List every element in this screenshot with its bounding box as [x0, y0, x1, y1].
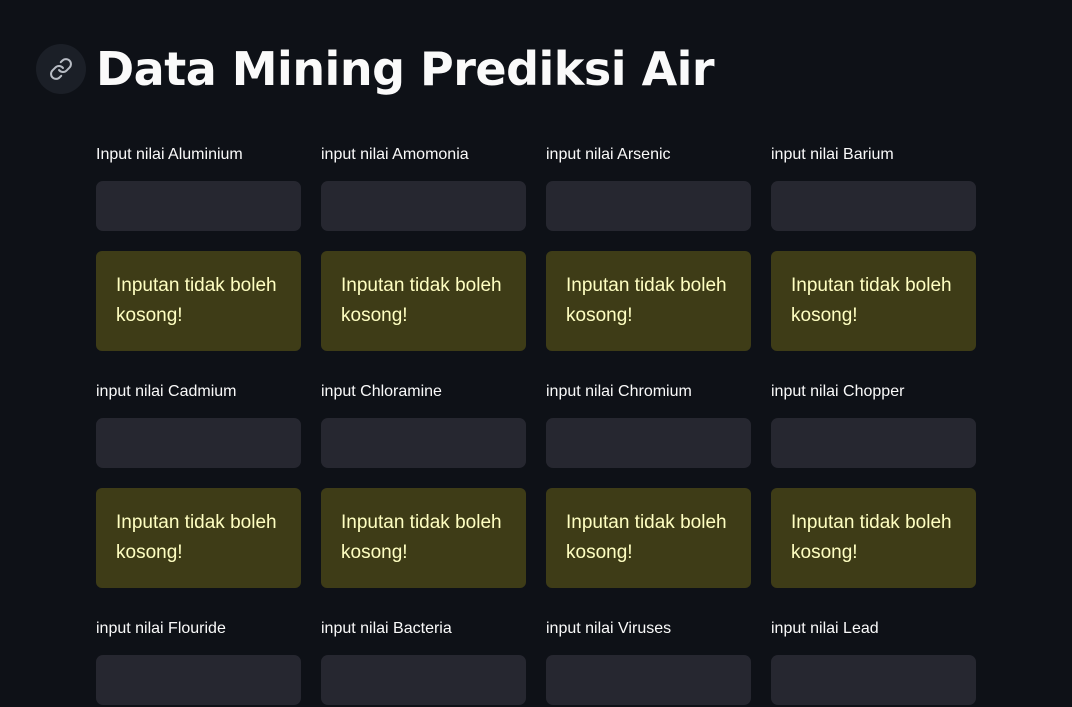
aluminium-input[interactable]	[96, 181, 301, 231]
barium-input[interactable]	[771, 181, 976, 231]
row-spacer	[771, 588, 976, 617]
row-spacer	[546, 588, 751, 617]
warning-alert: Inputan tidak boleh kosong!	[321, 251, 526, 351]
field-flouride: input nilai Flouride	[96, 617, 301, 705]
flouride-input[interactable]	[96, 655, 301, 705]
warning-alert: Inputan tidak boleh kosong!	[771, 251, 976, 351]
field-chromium: input nilai Chromium Inputan tidak boleh…	[546, 380, 751, 588]
field-label: input nilai Barium	[771, 146, 894, 163]
row-spacer	[321, 351, 526, 380]
chromium-input[interactable]	[546, 418, 751, 468]
field-label: input nilai Cadmium	[96, 383, 237, 400]
row-spacer	[96, 588, 301, 617]
row-spacer	[96, 351, 301, 380]
field-label: input nilai Chopper	[771, 383, 905, 400]
field-label: Input nilai Aluminium	[96, 146, 243, 163]
field-barium: input nilai Barium Inputan tidak boleh k…	[771, 143, 976, 351]
link-icon	[50, 58, 72, 80]
field-label: input nilai Amomonia	[321, 146, 469, 163]
row-spacer	[771, 351, 976, 380]
header-anchor-link[interactable]	[36, 44, 86, 94]
field-lead: input nilai Lead	[771, 617, 976, 705]
field-amomonia: input nilai Amomonia Inputan tidak boleh…	[321, 143, 526, 351]
row-spacer	[546, 351, 751, 380]
field-bacteria: input nilai Bacteria	[321, 617, 526, 705]
warning-alert: Inputan tidak boleh kosong!	[321, 488, 526, 588]
row-spacer	[321, 588, 526, 617]
page-title: Data Mining Prediksi Air	[96, 42, 715, 96]
lead-input[interactable]	[771, 655, 976, 705]
bacteria-input[interactable]	[321, 655, 526, 705]
viruses-input[interactable]	[546, 655, 751, 705]
warning-alert: Inputan tidak boleh kosong!	[771, 488, 976, 588]
field-cadmium: input nilai Cadmium Inputan tidak boleh …	[96, 380, 301, 588]
field-arsenic: input nilai Arsenic Inputan tidak boleh …	[546, 143, 751, 351]
app-page: Data Mining Prediksi Air Input nilai Alu…	[0, 0, 1072, 707]
cadmium-input[interactable]	[96, 418, 301, 468]
input-grid: Input nilai Aluminium Inputan tidak bole…	[96, 143, 976, 705]
field-label: input nilai Viruses	[546, 620, 672, 637]
arsenic-input[interactable]	[546, 181, 751, 231]
warning-alert: Inputan tidak boleh kosong!	[546, 251, 751, 351]
field-label: input nilai Bacteria	[321, 620, 452, 637]
field-label: input nilai Arsenic	[546, 146, 671, 163]
warning-alert: Inputan tidak boleh kosong!	[546, 488, 751, 588]
field-viruses: input nilai Viruses	[546, 617, 751, 705]
amomonia-input[interactable]	[321, 181, 526, 231]
chopper-input[interactable]	[771, 418, 976, 468]
chloramine-input[interactable]	[321, 418, 526, 468]
field-label: input nilai Chromium	[546, 383, 692, 400]
field-chloramine: input Chloramine Inputan tidak boleh kos…	[321, 380, 526, 588]
field-label: input nilai Flouride	[96, 620, 226, 637]
field-aluminium: Input nilai Aluminium Inputan tidak bole…	[96, 143, 301, 351]
field-label: input nilai Lead	[771, 620, 879, 637]
field-chopper: input nilai Chopper Inputan tidak boleh …	[771, 380, 976, 588]
warning-alert: Inputan tidak boleh kosong!	[96, 488, 301, 588]
field-label: input Chloramine	[321, 383, 442, 400]
warning-alert: Inputan tidak boleh kosong!	[96, 251, 301, 351]
